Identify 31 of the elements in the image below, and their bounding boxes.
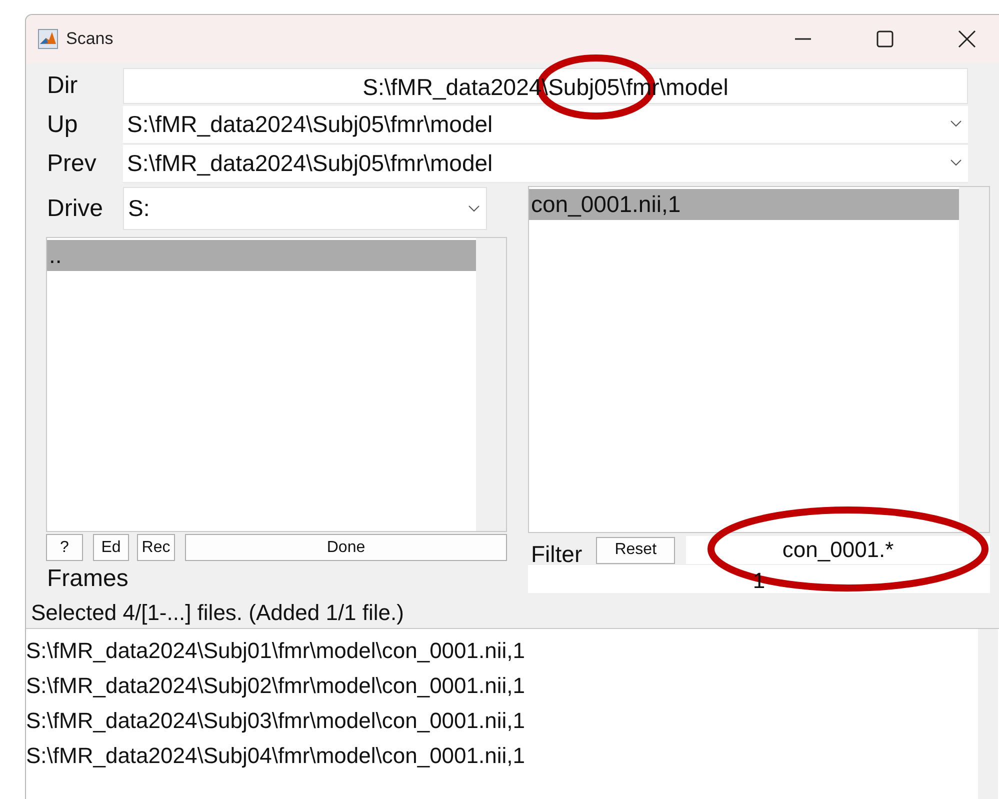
chevron-icon [950, 159, 962, 167]
drive-label: Drive [46, 194, 104, 224]
up-label: Up [46, 110, 79, 140]
scrollbar[interactable] [959, 187, 989, 532]
prev-dropdown[interactable]: S:\fMR_data2024\Subj05\fmr\model [123, 144, 968, 182]
selected-file-item[interactable]: S:\fMR_data2024\Subj01\fmr\model\con_0001.nii,1 [26, 633, 978, 668]
prev-label: Prev [46, 148, 98, 178]
chevron-icon [950, 120, 962, 128]
action-button[interactable]: Done [185, 534, 507, 561]
selected-file-item[interactable]: S:\fMR_data2024\Subj04\fmr\model\con_0001.nii,1 [26, 738, 978, 773]
scrollbar[interactable] [978, 629, 998, 799]
chevron-icon [468, 204, 480, 212]
frames-label: Frames [46, 564, 128, 594]
up-dropdown[interactable]: S:\fMR_data2024\Subj05\fmr\model [123, 106, 968, 144]
close-icon[interactable] [958, 30, 976, 48]
action-button[interactable]: Ed [93, 534, 129, 561]
filter-field[interactable]: con_0001.* [686, 536, 990, 564]
reset-button[interactable]: Reset [596, 536, 676, 564]
drive-dropdown[interactable]: S: [123, 187, 487, 230]
dir-label: Dir [46, 70, 79, 100]
window-title: Scans [66, 29, 114, 49]
selected-file-item[interactable]: S:\fMR_data2024\Subj02\fmr\model\con_0001.nii,1 [26, 668, 978, 703]
scrollbar[interactable] [476, 238, 506, 531]
action-button[interactable]: Rec [137, 534, 175, 561]
maximize-icon[interactable] [876, 30, 894, 48]
selected-file-item[interactable]: S:\fMR_data2024\Subj03\fmr\model\con_0001.nii,1 [26, 703, 978, 738]
action-button[interactable]: ? [46, 534, 83, 561]
file-item[interactable]: con_0001.nii,1 [529, 189, 959, 220]
folder-item[interactable]: .. [47, 240, 476, 271]
app-icon [38, 29, 58, 49]
status-text: Selected 4/[1-...] files. (Added 1/1 file.) [30, 600, 405, 627]
